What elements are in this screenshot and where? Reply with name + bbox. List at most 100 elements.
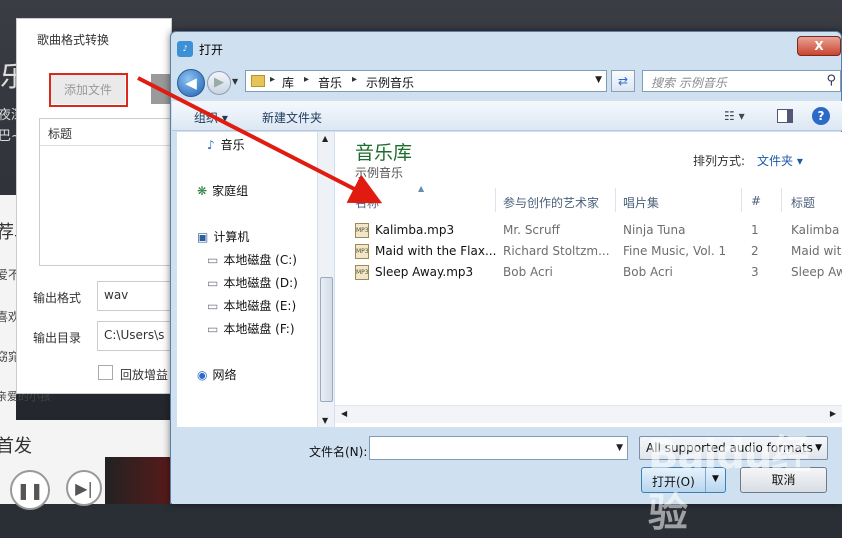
chevron-down-icon[interactable]: ▼ xyxy=(595,75,602,85)
file-row[interactable]: MP3 Kalimba.mp3 Mr. Scruff Ninja Tuna 1 … xyxy=(355,220,842,241)
recent-dropdown-icon[interactable]: ▼ xyxy=(232,77,238,86)
nav-item-label: 本地磁盘 (C:) xyxy=(223,253,297,267)
open-file-dialog: ♪ 打开 X ◀ ▶ ▼ ▸ 库 ▸ 音乐 ▸ 示例音乐 ▼ ⇄ 搜索 示例音乐… xyxy=(170,31,842,504)
pause-button[interactable]: ❚❚ xyxy=(10,470,50,510)
filetype-select[interactable]: All supported audio formats ▼ xyxy=(639,436,828,460)
divider xyxy=(615,188,616,212)
nav-item-label: 本地磁盘 (F:) xyxy=(223,322,295,336)
search-icon[interactable]: ⚲ xyxy=(826,73,836,88)
app-icon: ♪ xyxy=(177,41,193,57)
dialog-footer: 文件名(N): ▼ All supported audio formats ▼ … xyxy=(172,427,842,504)
folder-icon xyxy=(251,75,265,87)
breadcrumb-library[interactable]: 库 xyxy=(282,74,294,91)
nav-item-drive-e[interactable]: ▭ 本地磁盘 (E:) xyxy=(207,297,296,314)
scroll-up-icon[interactable]: ▲ xyxy=(322,134,328,143)
nav-item-drive-c[interactable]: ▭ 本地磁盘 (C:) xyxy=(207,251,297,268)
nav-item-homegroup[interactable]: ❋ 家庭组 xyxy=(197,182,248,199)
file-name: Maid with the Flax... xyxy=(375,244,497,258)
search-input[interactable]: 搜索 示例音乐 ⚲ xyxy=(642,70,841,92)
file-title: Kalimba xyxy=(791,223,840,237)
column-header-artist[interactable]: 参与创作的艺术家 xyxy=(503,194,599,211)
refresh-icon[interactable]: ⇄ xyxy=(611,70,635,92)
nav-item-label: 计算机 xyxy=(213,230,250,244)
mp3-file-icon: MP3 xyxy=(355,223,369,238)
homegroup-icon: ❋ xyxy=(197,184,208,198)
preview-pane-icon[interactable] xyxy=(777,109,793,123)
next-button[interactable]: ▶| xyxy=(66,470,102,506)
nav-item-label: 本地磁盘 (E:) xyxy=(223,299,297,313)
drive-icon: ▭ xyxy=(207,299,219,313)
replay-gain-checkbox[interactable] xyxy=(98,365,113,380)
nav-item-music[interactable]: ♪ 音乐 xyxy=(207,136,245,153)
open-button-label: 打开(O) xyxy=(652,475,695,489)
new-folder-button[interactable]: 新建文件夹 xyxy=(262,109,322,126)
file-title: Sleep Aw xyxy=(791,265,842,279)
nav-item-drive-d[interactable]: ▭ 本地磁盘 (D:) xyxy=(207,274,298,291)
mp3-file-icon: MP3 xyxy=(355,244,369,259)
highlight-box xyxy=(49,73,128,107)
chevron-down-icon[interactable]: ▼ xyxy=(616,443,623,453)
cancel-button[interactable]: 取消 xyxy=(740,467,827,493)
file-row[interactable]: MP3 Maid with the Flax... Richard Stoltz… xyxy=(355,241,842,262)
file-name: Kalimba.mp3 xyxy=(375,223,455,237)
file-album: Ninja Tuna xyxy=(623,223,686,237)
column-header-album[interactable]: 唱片集 xyxy=(623,194,659,211)
forward-arrow-icon[interactable]: ▶ xyxy=(207,71,231,95)
nav-scroll-thumb[interactable] xyxy=(320,277,333,402)
scroll-left-icon[interactable]: ◀ xyxy=(341,409,347,418)
horizontal-scrollbar[interactable]: ◀ ▶ xyxy=(335,405,842,423)
bg-text-9: 首发 xyxy=(0,436,32,457)
output-format-select[interactable]: wav xyxy=(97,281,173,311)
chevron-right-icon[interactable]: ▸ xyxy=(352,74,357,85)
scroll-right-icon[interactable]: ▶ xyxy=(830,409,836,418)
navigation-pane: ♪ 音乐 ❋ 家庭组 ▣ 计算机 ▭ 本地磁盘 (C:) ▭ 本地磁盘 (D:) ▭ 本地磁… xyxy=(177,132,333,427)
network-icon: ◉ xyxy=(197,368,208,382)
file-title: Maid wit xyxy=(791,244,842,258)
divider xyxy=(781,188,782,212)
nav-item-drive-f[interactable]: ▭ 本地磁盘 (F:) xyxy=(207,320,295,337)
column-header-name[interactable]: 名称 xyxy=(355,194,379,211)
chevron-right-icon[interactable]: ▸ xyxy=(304,74,309,85)
back-arrow-icon[interactable]: ◀ xyxy=(177,69,205,97)
view-options-icon[interactable]: ☷ ▾ xyxy=(724,109,745,123)
divider xyxy=(40,145,172,146)
open-dropdown-icon[interactable]: ▼ xyxy=(705,468,725,492)
arrange-dropdown[interactable]: 文件夹 ▾ xyxy=(757,152,803,169)
library-title: 音乐库 xyxy=(355,142,413,164)
nav-item-label: 家庭组 xyxy=(212,184,249,198)
open-button[interactable]: 打开(O) ▼ xyxy=(641,467,726,493)
converter-title: 歌曲格式转换 xyxy=(37,33,110,47)
chevron-down-icon[interactable]: ▼ xyxy=(815,443,822,453)
dialog-title: 打开 xyxy=(199,43,224,57)
nav-item-computer[interactable]: ▣ 计算机 xyxy=(197,228,249,245)
file-artist: Richard Stoltzm... xyxy=(503,244,610,258)
column-header-track[interactable]: # xyxy=(751,194,761,208)
file-list[interactable]: 标题 xyxy=(39,118,173,266)
filename-input[interactable]: ▼ xyxy=(369,436,628,460)
file-album: Bob Acri xyxy=(623,265,673,279)
computer-icon: ▣ xyxy=(197,230,209,244)
file-album: Fine Music, Vol. 1 xyxy=(623,244,727,258)
scroll-down-icon[interactable]: ▼ xyxy=(322,416,328,425)
dialog-titlebar[interactable]: ♪ 打开 X xyxy=(171,32,841,62)
chevron-right-icon[interactable]: ▸ xyxy=(270,74,275,85)
nav-item-network[interactable]: ◉ 网络 xyxy=(197,366,237,383)
file-artist: Bob Acri xyxy=(503,265,553,279)
file-row[interactable]: MP3 Sleep Away.mp3 Bob Acri Bob Acri 3 S… xyxy=(355,262,842,283)
breadcrumb-music[interactable]: 音乐 xyxy=(318,74,342,91)
mp3-file-icon: MP3 xyxy=(355,265,369,280)
command-toolbar: 组织 ▾ 新建文件夹 ☷ ▾ ? xyxy=(172,101,842,131)
divider xyxy=(741,188,742,212)
nav-scrollbar[interactable]: ▲ ▼ xyxy=(317,132,334,427)
column-header-title[interactable]: 标题 xyxy=(791,194,815,211)
search-placeholder: 搜索 示例音乐 xyxy=(651,76,727,90)
library-subtitle: 示例音乐 xyxy=(355,166,404,180)
organize-menu[interactable]: 组织 ▾ xyxy=(194,109,228,126)
output-dir-input[interactable]: C:\Users\s xyxy=(97,321,173,351)
help-icon[interactable]: ? xyxy=(812,107,830,125)
file-track: 3 xyxy=(751,265,759,279)
breadcrumb-sample-music[interactable]: 示例音乐 xyxy=(366,74,414,91)
nav-item-label: 网络 xyxy=(212,368,237,382)
address-bar[interactable]: ▸ 库 ▸ 音乐 ▸ 示例音乐 ▼ xyxy=(245,70,607,92)
close-button[interactable]: X xyxy=(797,36,841,56)
